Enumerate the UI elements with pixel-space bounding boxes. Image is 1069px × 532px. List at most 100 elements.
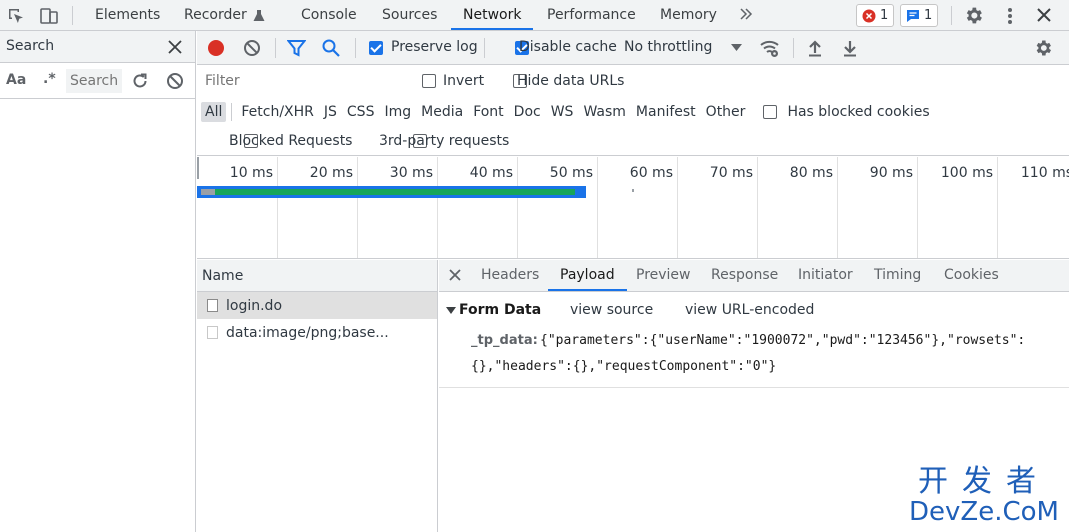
request-row-login[interactable]: login.do xyxy=(197,292,437,319)
errors-badge[interactable]: 1 xyxy=(856,4,895,27)
view-url-encoded-link[interactable]: view URL-encoded xyxy=(685,302,814,318)
type-filter-font[interactable]: Font xyxy=(469,102,507,122)
message-icon xyxy=(906,9,920,23)
has-blocked-cookies-checkbox[interactable] xyxy=(763,105,778,119)
search-query-input[interactable] xyxy=(66,69,122,93)
tab-response[interactable]: Response xyxy=(711,260,778,291)
flask-icon xyxy=(253,9,265,22)
request-row-data-image[interactable]: data:image/png;base... xyxy=(197,319,437,346)
close-detail-icon[interactable] xyxy=(449,269,461,281)
timeline-request-bar-download xyxy=(213,189,575,195)
watermark-chinese-text: 开发者 xyxy=(918,464,1050,499)
timeline-gridline xyxy=(437,157,438,258)
timeline-tick-label: 90 ms xyxy=(869,165,913,181)
timeline-tick-label: 60 ms xyxy=(629,165,673,181)
type-filter-css[interactable]: CSS xyxy=(343,102,379,122)
preserve-log-label: Preserve log xyxy=(391,39,478,55)
timeline-overview[interactable]: 10 ms 20 ms 30 ms 40 ms 50 ms 60 ms 70 ms 80 ms… xyxy=(197,157,1069,259)
type-filter-img[interactable]: Img xyxy=(380,102,415,122)
form-data-title[interactable]: Form Data xyxy=(459,302,541,318)
timeline-gridline xyxy=(917,157,918,258)
tab-performance[interactable]: Performance xyxy=(547,0,636,30)
more-options-icon[interactable] xyxy=(1000,6,1020,26)
tab-preview[interactable]: Preview xyxy=(636,260,691,291)
third-party-requests-label: 3rd-party requests xyxy=(379,133,510,149)
preserve-log-checkbox[interactable] xyxy=(369,41,383,55)
tab-recorder[interactable]: Recorder xyxy=(184,0,265,30)
timeline-tick-label: 100 ms xyxy=(940,165,993,181)
invert-checkbox[interactable] xyxy=(422,74,436,88)
device-toolbar-icon[interactable] xyxy=(38,5,60,27)
type-filter-other[interactable]: Other xyxy=(702,102,750,122)
type-filter-manifest[interactable]: Manifest xyxy=(632,102,700,122)
form-data-section: Form Data view source view URL-encoded _… xyxy=(439,292,1069,388)
dropdown-caret-icon[interactable] xyxy=(731,44,742,52)
timeline-tick-label: 30 ms xyxy=(389,165,433,181)
export-har-download-icon[interactable] xyxy=(842,39,858,57)
timeline-start-marker xyxy=(197,157,199,179)
search-icon[interactable] xyxy=(322,39,340,57)
error-icon xyxy=(862,9,876,23)
tab-headers[interactable]: Headers xyxy=(481,260,539,291)
view-source-link[interactable]: view source xyxy=(570,302,653,318)
tab-recorder-label: Recorder xyxy=(184,7,247,23)
timeline-small-request-mark xyxy=(632,189,634,192)
document-icon xyxy=(207,299,218,312)
type-filter-doc[interactable]: Doc xyxy=(510,102,545,122)
chevron-double-right-icon[interactable] xyxy=(738,6,754,22)
tab-initiator[interactable]: Initiator xyxy=(798,260,853,291)
messages-count: 1 xyxy=(924,8,933,23)
tab-sources[interactable]: Sources xyxy=(382,0,437,30)
import-har-upload-icon[interactable] xyxy=(807,39,823,57)
payload-value-line-2: {},"headers":{},"requestComponent":"0"} xyxy=(471,359,777,374)
site-watermark: 开发者 DevZe.CoM xyxy=(909,464,1059,527)
close-devtools-icon[interactable] xyxy=(1035,6,1053,24)
filter-input[interactable] xyxy=(201,69,405,93)
timeline-tick-label: 80 ms xyxy=(789,165,833,181)
type-filter-js[interactable]: JS xyxy=(320,102,341,122)
type-filter-fetch-xhr[interactable]: Fetch/XHR xyxy=(237,102,318,122)
search-drawer-header: Search xyxy=(0,31,195,63)
tab-timing[interactable]: Timing xyxy=(874,260,921,291)
type-filter-ws[interactable]: WS xyxy=(547,102,578,122)
request-name: login.do xyxy=(226,297,283,314)
tab-console[interactable]: Console xyxy=(301,0,357,30)
tab-memory[interactable]: Memory xyxy=(660,0,717,30)
throttling-select[interactable]: No throttling xyxy=(624,39,712,55)
tab-elements[interactable]: Elements xyxy=(95,0,160,30)
tab-cookies[interactable]: Cookies xyxy=(944,260,999,291)
timeline-gridline xyxy=(677,157,678,258)
network-conditions-wifi-icon[interactable] xyxy=(759,38,781,58)
network-settings-gear-icon[interactable] xyxy=(1033,38,1053,58)
record-icon[interactable] xyxy=(207,39,225,57)
settings-gear-icon[interactable] xyxy=(963,5,984,26)
inspect-element-icon[interactable] xyxy=(6,6,26,26)
clear-search-icon[interactable] xyxy=(166,72,184,90)
timeline-tick-label: 110 ms xyxy=(1020,165,1069,181)
timeline-tick-label: 10 ms xyxy=(229,165,273,181)
tab-network[interactable]: Network xyxy=(451,0,534,30)
type-filter-all[interactable]: All xyxy=(201,102,227,122)
type-filter-wasm[interactable]: Wasm xyxy=(579,102,629,122)
clear-log-icon[interactable] xyxy=(243,39,261,57)
match-case-button[interactable]: Aa xyxy=(6,72,26,88)
filter-bar: Invert Hide data URLs All Fetch/XHR JS C… xyxy=(197,66,1069,156)
tab-payload[interactable]: Payload xyxy=(548,260,627,291)
timeline-gridline xyxy=(597,157,598,258)
detail-tab-bar: Headers Payload Preview Response Initiat… xyxy=(439,260,1069,292)
name-column-header[interactable]: Name xyxy=(197,260,437,292)
refresh-icon[interactable] xyxy=(131,72,149,90)
type-filter-media[interactable]: Media xyxy=(417,102,467,122)
collapse-triangle-icon[interactable] xyxy=(446,307,456,315)
messages-badge[interactable]: 1 xyxy=(900,4,939,27)
close-search-icon[interactable] xyxy=(167,39,183,55)
timeline-tick-label: 20 ms xyxy=(309,165,353,181)
timeline-gridline xyxy=(357,157,358,258)
filter-funnel-icon[interactable] xyxy=(287,39,306,57)
request-name: data:image/png;base... xyxy=(226,324,389,341)
timeline-gridline xyxy=(837,157,838,258)
regex-button[interactable]: .* xyxy=(43,71,56,87)
timeline-gridline xyxy=(517,157,518,258)
search-drawer: Search Aa .* xyxy=(0,31,196,532)
timeline-tick-label: 50 ms xyxy=(549,165,593,181)
